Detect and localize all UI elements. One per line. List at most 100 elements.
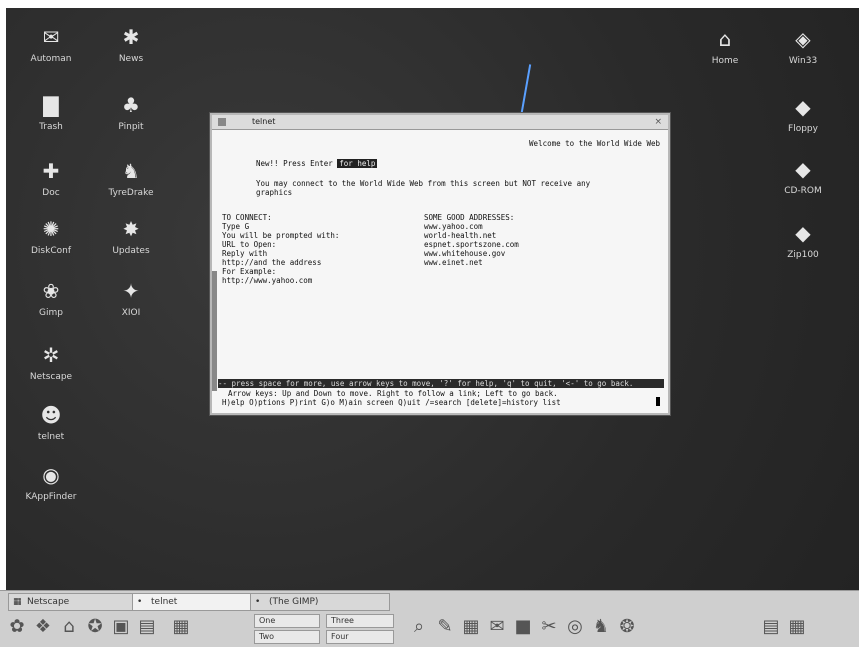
updates-icon: ✸	[122, 217, 140, 241]
cursor	[656, 397, 660, 406]
desktop-icon-doc[interactable]: ✚ Doc	[16, 160, 86, 198]
desktop-icon-netscape[interactable]: ✲ Netscape	[16, 344, 86, 382]
press-enter-line: New!! Press Enter for help	[256, 159, 378, 168]
desktop-icon-cdrom[interactable]: ◆ CD-ROM	[768, 158, 838, 196]
netscape-icon: ✲	[42, 343, 60, 367]
connect-info-2: graphics	[256, 188, 293, 197]
calculator-icon[interactable]: ▦	[460, 616, 482, 638]
kappfinder-icon: ◉	[42, 463, 60, 487]
close-icon[interactable]: ×	[654, 115, 662, 129]
news-icon: ✱	[122, 25, 140, 49]
desktop-icon-news[interactable]: ✱ News	[96, 26, 166, 64]
help-launcher-icon[interactable]: ✪	[84, 616, 106, 638]
address-link[interactable]: www.yahoo.com	[424, 222, 519, 231]
monitor-icon[interactable]: ■	[512, 616, 534, 638]
address-link[interactable]: world-health.net	[424, 231, 519, 240]
desktop-pager-four[interactable]: Four	[326, 630, 394, 644]
desktop-icon-kappfinder[interactable]: ◉ KAppFinder	[16, 464, 86, 502]
address-link[interactable]: www.whitehouse.gov	[424, 249, 519, 258]
desktop-icon-tyredrake[interactable]: ♞ TyreDrake	[96, 160, 166, 198]
pinpit-icon: ♣	[122, 93, 140, 117]
address-link[interactable]: espnet.sportszone.com	[424, 240, 519, 249]
trash-icon: ▇	[43, 93, 59, 117]
settings-launcher-icon[interactable]: ▤	[136, 616, 158, 638]
press-enter-text: New!! Press Enter	[256, 159, 333, 168]
tyredrake-icon: ♞	[122, 159, 140, 183]
launcher-panel: ✿ ❖ ⌂ ✪ ▣ ▤ ▦ One Two Three Four ⌕ ✎ ▦ ✉…	[4, 612, 855, 646]
desktop-icon-pinpit[interactable]: ♣ Pinpit	[96, 94, 166, 132]
win33-icon: ◈	[795, 27, 811, 51]
editor-icon[interactable]: ✎	[434, 616, 456, 638]
terminal-launcher-icon[interactable]: ▣	[110, 616, 132, 638]
desktop-icon-floppy[interactable]: ◆ Floppy	[768, 96, 838, 134]
to-connect-line: http://www.yahoo.com	[222, 276, 313, 285]
paint-icon[interactable]: ✂	[538, 616, 560, 638]
desktop-pager-three[interactable]: Three	[326, 614, 394, 628]
desktop-icon-trash[interactable]: ▇ Trash	[16, 94, 86, 132]
xioi-icon: ✦	[122, 279, 140, 303]
task-label: telnet	[151, 597, 178, 607]
netscape-task-icon: ▦	[13, 597, 22, 607]
desktop-icon-xioi[interactable]: ✦ XIOI	[96, 280, 166, 318]
help-line-1: Arrow keys: Up and Down to move. Right t…	[228, 389, 558, 398]
desktop-icon-diskconf[interactable]: ✺ DiskConf	[16, 218, 86, 256]
find-icon[interactable]: ⌕	[408, 616, 430, 638]
to-connect-line: URL to Open:	[222, 240, 277, 249]
to-connect-line: You will be prompted with:	[222, 231, 340, 240]
status-bar: -- press space for more, use arrow keys …	[218, 379, 664, 388]
task-netscape[interactable]: ▦ Netscape	[8, 593, 140, 611]
window-menu-icon[interactable]	[218, 118, 226, 126]
desktop-icon-updates[interactable]: ✸ Updates	[96, 218, 166, 256]
cdrom-icon: ◆	[795, 157, 811, 181]
to-connect-line: Type G	[222, 222, 250, 231]
floppy-icon: ◆	[795, 95, 811, 119]
diskconf-icon: ✺	[42, 217, 60, 241]
gimp-task-icon: •	[255, 597, 261, 607]
desktop-icon-telnet[interactable]: ☻ telnet	[16, 404, 86, 442]
desktop-icon-win33[interactable]: ◈ Win33	[768, 28, 838, 66]
gimp-icon: ❀	[42, 279, 60, 303]
desktop-icon-home[interactable]: ⌂ Home	[690, 28, 760, 66]
zip-icon: ◆	[795, 221, 811, 245]
pager-icon[interactable]: ▦	[170, 616, 192, 638]
tray-icon[interactable]: ▦	[786, 616, 808, 638]
to-connect-line: Reply with	[222, 249, 268, 258]
window-title: telnet	[252, 117, 276, 126]
addresses-section: SOME GOOD ADDRESSES: www.yahoo.com world…	[424, 213, 519, 267]
desktop-icon-zip[interactable]: ◆ Zip100	[768, 222, 838, 260]
mail-icon[interactable]: ✉	[486, 616, 508, 638]
address-link[interactable]: www.einet.net	[424, 258, 519, 267]
connect-info-1: You may connect to the World Wide Web fr…	[256, 179, 591, 188]
task-gimp[interactable]: • (The GIMP)	[250, 593, 390, 611]
kde-menu-icon[interactable]: ✿	[6, 616, 28, 638]
task-label: Netscape	[27, 597, 70, 607]
task-telnet[interactable]: • telnet	[132, 593, 258, 611]
to-connect-header: TO CONNECT:	[222, 213, 272, 222]
to-connect-line: For Example:	[222, 267, 277, 276]
to-connect-section: TO CONNECT: Type G You will be prompted …	[222, 213, 339, 285]
terminal-scrollbar[interactable]	[212, 271, 217, 391]
to-connect-line: http://and the address	[222, 258, 322, 267]
task-label: (The GIMP)	[269, 597, 319, 607]
home-launcher-icon[interactable]: ⌂	[58, 616, 80, 638]
telnet-task-icon: •	[137, 597, 143, 607]
browser-icon[interactable]: ◎	[564, 616, 586, 638]
taskbar: ▦ Netscape • telnet • (The GIMP) ✿ ❖ ⌂ ✪…	[0, 590, 859, 647]
mailbox-icon: ✉	[42, 25, 60, 49]
game-icon[interactable]: ♞	[590, 616, 612, 638]
desktop-pager-two[interactable]: Two	[254, 630, 320, 644]
telnet-titlebar[interactable]: telnet ×	[212, 115, 668, 130]
home-icon: ⌂	[718, 27, 732, 51]
desktop-pager-one[interactable]: One	[254, 614, 320, 628]
utility-icon[interactable]: ❂	[616, 616, 638, 638]
telnet-window[interactable]: telnet × Welcome to the World Wide Web N…	[210, 113, 670, 415]
desktop-icon-automan[interactable]: ✉ Automan	[16, 26, 86, 64]
terminal-content[interactable]: Welcome to the World Wide Web New!! Pres…	[212, 131, 664, 409]
tray-icon[interactable]: ▤	[760, 616, 782, 638]
window-list-icon[interactable]: ❖	[32, 616, 54, 638]
help-line-2: H)elp O)ptions P)rint G)o M)ain screen Q…	[222, 398, 561, 407]
help-link[interactable]: for help	[337, 159, 378, 168]
addresses-header: SOME GOOD ADDRESSES:	[424, 213, 515, 222]
desktop-icon-gimp[interactable]: ❀ Gimp	[16, 280, 86, 318]
doc-icon: ✚	[42, 159, 60, 183]
